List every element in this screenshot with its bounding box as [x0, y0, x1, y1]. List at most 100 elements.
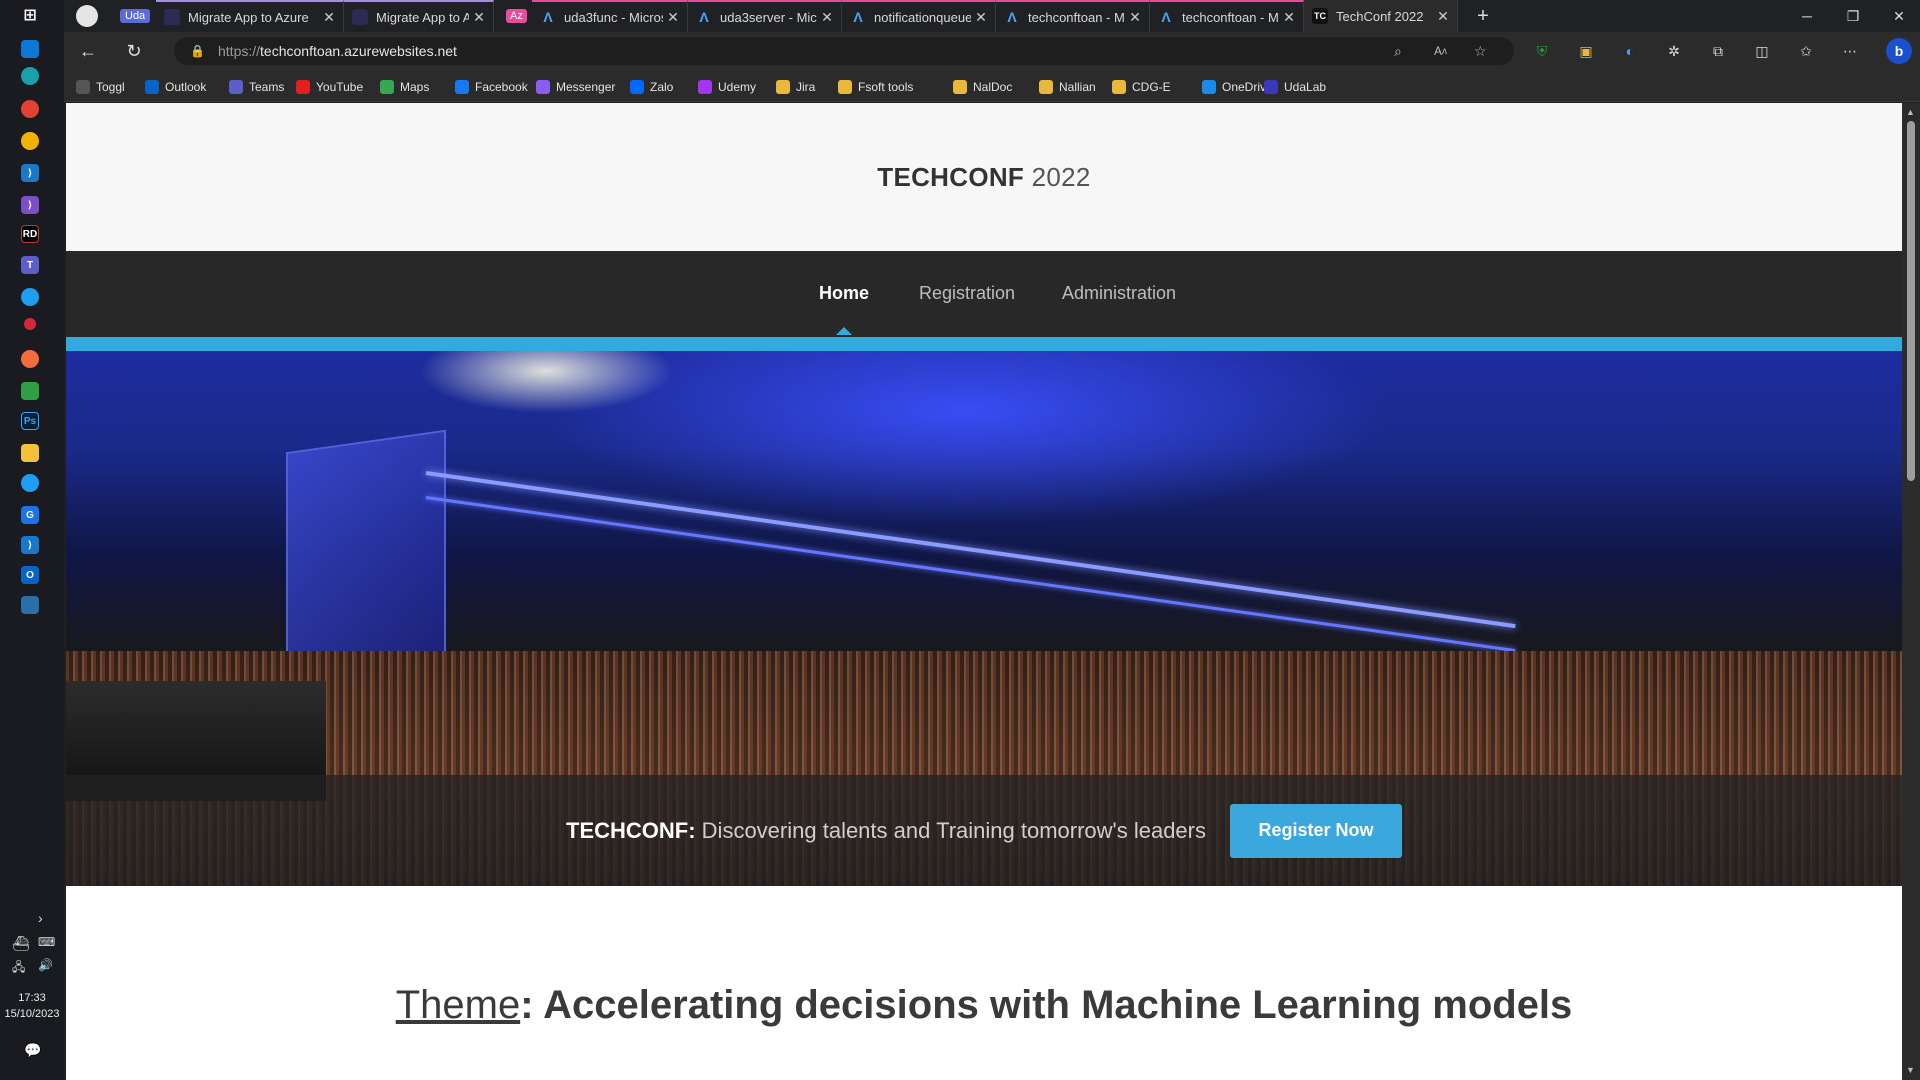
chrome-app-icon[interactable]: [21, 100, 39, 118]
app-orange-icon[interactable]: [21, 350, 39, 368]
chrome-profile-icon[interactable]: [21, 132, 39, 150]
tab-close-icon[interactable]: ✕: [971, 9, 991, 26]
bookmark-item[interactable]: Jira: [776, 78, 815, 96]
hero-light-beam: [425, 471, 1516, 629]
url-field[interactable]: 🔒 https:// techconftoan.azurewebsites.ne…: [174, 37, 1514, 65]
browser-tab-active[interactable]: TC TechConf 2022 ✕: [1304, 0, 1458, 32]
bookmark-item[interactable]: Toggl: [76, 78, 125, 96]
bookmark-item[interactable]: Fsoft tools: [838, 78, 913, 96]
outlook-app-icon[interactable]: O: [21, 566, 39, 584]
extension-blue-icon[interactable]: ◐: [1620, 41, 1640, 61]
favorites-icon[interactable]: ✩: [1796, 41, 1816, 61]
photoshop-app-icon[interactable]: Ps: [21, 412, 39, 430]
teams-app-icon[interactable]: T: [21, 256, 39, 274]
browser-tab[interactable]: Λ notificationqueue (tech ✕: [842, 0, 996, 32]
bookmark-item[interactable]: Teams: [229, 78, 284, 96]
tab-close-icon[interactable]: ✕: [1279, 9, 1299, 26]
bookmark-favicon-icon: [698, 80, 712, 94]
bookmark-favicon-icon: [838, 80, 852, 94]
app-blue-icon[interactable]: [21, 474, 39, 492]
bookmark-item[interactable]: CDG-E: [1112, 78, 1171, 96]
windows-start-icon[interactable]: ⊞: [21, 6, 39, 24]
app-g-icon[interactable]: G: [21, 506, 39, 524]
nav-home[interactable]: Home: [819, 283, 869, 304]
bookmark-item[interactable]: NalDoc: [953, 78, 1012, 96]
bookmark-favicon-icon: [1264, 80, 1278, 94]
tab-close-icon[interactable]: ✕: [817, 9, 837, 26]
bookmark-item[interactable]: Maps: [380, 78, 429, 96]
file-explorer-icon[interactable]: [21, 444, 39, 462]
bookmark-item[interactable]: Zalo: [630, 78, 673, 96]
keyboard-tray-icon[interactable]: ⌨: [38, 935, 55, 949]
bing-copilot-icon[interactable]: b: [1886, 38, 1912, 64]
bookmark-item[interactable]: UdaLab: [1264, 78, 1326, 96]
tab-close-icon[interactable]: ✕: [469, 9, 489, 26]
register-now-button[interactable]: Register Now: [1230, 803, 1402, 858]
profile-avatar[interactable]: [64, 0, 108, 32]
azure-favicon-icon: Λ: [1007, 9, 1017, 25]
scroll-thumb[interactable]: [1907, 121, 1915, 481]
tab-close-icon[interactable]: ✕: [319, 9, 339, 26]
tab-group-az[interactable]: Az: [498, 0, 532, 32]
bookmark-item[interactable]: YouTube: [296, 78, 363, 96]
zoom-icon[interactable]: ⌕: [1394, 37, 1402, 65]
extension-gear-icon[interactable]: ✲: [1664, 41, 1684, 61]
site-title[interactable]: TECHCONF 2022: [877, 162, 1090, 193]
notification-icon[interactable]: 💬: [24, 1042, 41, 1059]
refresh-icon[interactable]: ↻: [120, 39, 148, 63]
restore-icon[interactable]: ❐: [1830, 0, 1876, 32]
vscode-app-icon[interactable]: ⟩: [21, 164, 39, 182]
close-window-icon[interactable]: ✕: [1876, 0, 1920, 32]
bookmark-item[interactable]: Messenger: [536, 78, 615, 96]
bookmark-favicon-icon: [630, 80, 644, 94]
nav-administration[interactable]: Administration: [1062, 283, 1176, 304]
docker-tray-icon[interactable]: ⛴: [12, 935, 30, 952]
edge-app-icon[interactable]: [21, 67, 39, 85]
tab-close-icon[interactable]: ✕: [663, 9, 683, 26]
minimize-icon[interactable]: ─: [1784, 0, 1830, 32]
rider-app-icon[interactable]: RD: [21, 225, 39, 243]
favorite-star-icon[interactable]: ☆: [1474, 37, 1487, 65]
new-tab-plus-icon[interactable]: +: [1460, 0, 1506, 32]
taskbar-time[interactable]: 17:33: [0, 990, 64, 1006]
app-green-icon[interactable]: [21, 382, 39, 400]
taskbar-date[interactable]: 15/10/2023: [0, 1006, 64, 1022]
shield-extension-icon[interactable]: ⛨: [1532, 41, 1552, 61]
extension-yellow-icon[interactable]: ▣: [1576, 41, 1596, 61]
bookmark-item[interactable]: Facebook: [455, 78, 528, 96]
skype-app-icon[interactable]: [21, 288, 39, 306]
theme-link[interactable]: Theme: [396, 983, 521, 1027]
split-screen-icon[interactable]: ◫: [1752, 41, 1772, 61]
browser-tab[interactable]: Λ uda3server - Microsoft ✕: [688, 0, 842, 32]
vscode2-app-icon[interactable]: ⟩: [21, 536, 39, 554]
bookmark-item[interactable]: Outlook: [145, 78, 206, 96]
bookmark-item[interactable]: Udemy: [698, 78, 756, 96]
tab-close-icon[interactable]: ✕: [1125, 9, 1145, 26]
bookmark-item[interactable]: OneDrive: [1202, 78, 1273, 96]
page-scrollbar[interactable]: ▲ ▼: [1902, 103, 1920, 1080]
more-menu-icon[interactable]: ⋯: [1840, 41, 1860, 61]
scroll-up-icon[interactable]: ▲: [1906, 107, 1915, 117]
azure-favicon-icon: Λ: [853, 9, 863, 25]
browser-tab[interactable]: Λ techconftoan - Microso ✕: [1150, 0, 1304, 32]
visual-studio-icon[interactable]: ⟩: [21, 196, 39, 214]
volume-tray-icon[interactable]: 🔊: [38, 958, 53, 972]
scroll-down-icon[interactable]: ▼: [1906, 1065, 1915, 1075]
browser-tab[interactable]: Migrate App to Azure ✕: [344, 0, 494, 32]
address-bar-row: ← ↻ 🔒 https:// techconftoan.azurewebsite…: [64, 32, 1920, 70]
nav-registration[interactable]: Registration: [919, 283, 1015, 304]
browser-tab[interactable]: Λ uda3func - Microsoft A ✕: [532, 0, 688, 32]
browser-tab[interactable]: Λ techconftoan - Microso ✕: [996, 0, 1150, 32]
browser-tab[interactable]: Migrate App to Azure ✕: [156, 0, 344, 32]
chevron-right-icon[interactable]: ›: [38, 910, 43, 926]
app-red-icon[interactable]: [24, 318, 36, 330]
extensions-puzzle-icon[interactable]: ⧉: [1708, 41, 1728, 61]
back-arrow-icon[interactable]: ←: [74, 39, 102, 63]
read-aloud-icon[interactable]: Aʌ: [1434, 37, 1447, 65]
app-network-icon[interactable]: [21, 596, 39, 614]
bookmark-item[interactable]: Nallian: [1039, 78, 1096, 96]
tab-group-uda[interactable]: Uda: [112, 0, 156, 32]
tab-close-icon[interactable]: ✕: [1433, 8, 1453, 25]
network-tray-icon[interactable]: 🖧: [12, 958, 25, 979]
mail-app-icon[interactable]: [21, 40, 39, 58]
